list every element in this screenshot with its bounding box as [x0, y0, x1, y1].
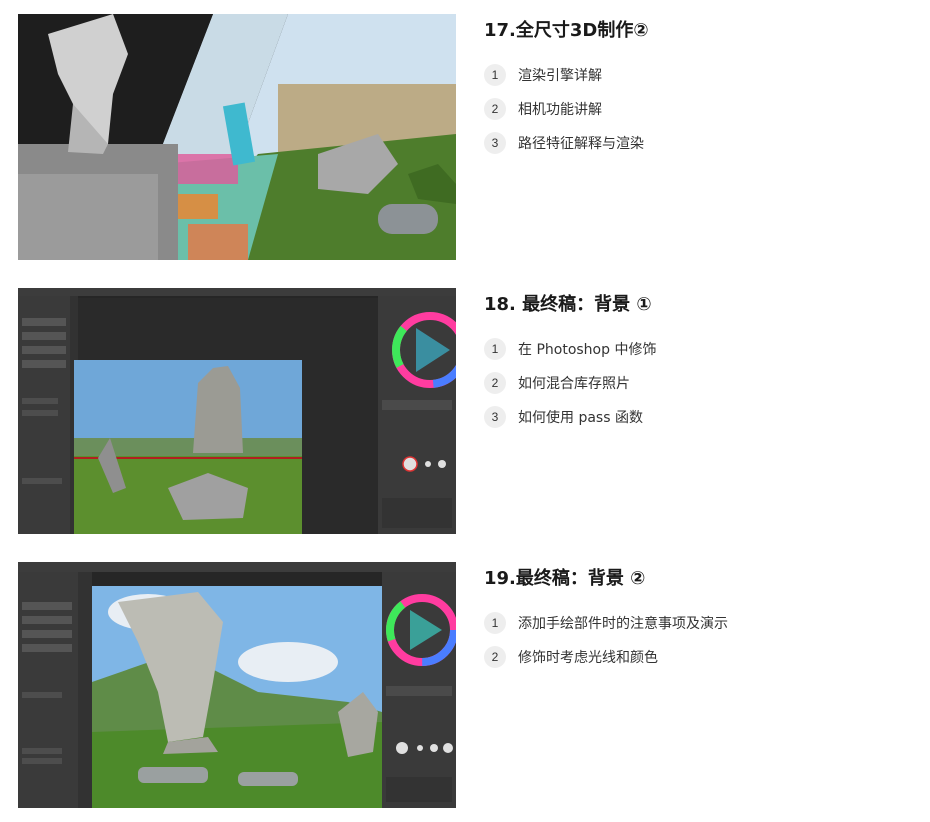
- lesson-title: 如何使用 pass 函数: [518, 410, 643, 426]
- lesson-list: 1 添加手绘部件时的注意事项及演示 2 修饰时考虑光线和颜色: [484, 606, 914, 674]
- lesson-number-badge: 2: [484, 372, 506, 394]
- section-title: 18. 最终稿：背景 ①: [484, 294, 652, 315]
- section-18: 18. 最终稿：背景 ① 1 在 Photoshop 中修饰 2 如何混合库存照…: [0, 288, 930, 534]
- lesson-item[interactable]: 3 路径特征解释与渲染: [484, 126, 914, 160]
- photoshop-screenshot-image-2: [18, 562, 456, 808]
- lesson-title: 在 Photoshop 中修饰: [518, 342, 657, 358]
- lesson-number-badge: 3: [484, 406, 506, 428]
- section-18-info: 18. 最终稿：背景 ① 1 在 Photoshop 中修饰 2 如何混合库存照…: [484, 288, 914, 434]
- lesson-item[interactable]: 1 渲染引擎详解: [484, 58, 914, 92]
- photoshop-screenshot-image: [18, 288, 456, 534]
- lesson-title: 渲染引擎详解: [518, 68, 602, 84]
- lesson-item[interactable]: 3 如何使用 pass 函数: [484, 400, 914, 434]
- lesson-title: 修饰时考虑光线和颜色: [518, 650, 658, 666]
- lesson-item[interactable]: 1 在 Photoshop 中修饰: [484, 332, 914, 366]
- course-outline: 17.全尺寸3D制作② 1 渲染引擎详解 2 相机功能讲解 3 路径特征解释与渲…: [0, 0, 930, 822]
- lesson-number-badge: 1: [484, 64, 506, 86]
- lesson-number-badge: 3: [484, 132, 506, 154]
- lesson-item[interactable]: 1 添加手绘部件时的注意事项及演示: [484, 606, 914, 640]
- lesson-number-badge: 1: [484, 612, 506, 634]
- photoshop-thumbnail-2[interactable]: [18, 562, 456, 808]
- lesson-title: 相机功能讲解: [518, 102, 602, 118]
- photoshop-thumbnail-1[interactable]: [18, 288, 456, 534]
- section-title: 17.全尺寸3D制作②: [484, 20, 649, 41]
- lesson-item[interactable]: 2 修饰时考虑光线和颜色: [484, 640, 914, 674]
- lesson-list: 1 渲染引擎详解 2 相机功能讲解 3 路径特征解释与渲染: [484, 58, 914, 160]
- section-17-info: 17.全尺寸3D制作② 1 渲染引擎详解 2 相机功能讲解 3 路径特征解释与渲…: [484, 14, 914, 160]
- lesson-number-badge: 2: [484, 98, 506, 120]
- lesson-item[interactable]: 2 相机功能讲解: [484, 92, 914, 126]
- render-pass-image: [18, 14, 456, 260]
- section-17: 17.全尺寸3D制作② 1 渲染引擎详解 2 相机功能讲解 3 路径特征解释与渲…: [0, 14, 930, 260]
- lesson-number-badge: 2: [484, 646, 506, 668]
- section-19: 19.最终稿：背景 ② 1 添加手绘部件时的注意事项及演示 2 修饰时考虑光线和…: [0, 562, 930, 808]
- section-title: 19.最终稿：背景 ②: [484, 568, 646, 589]
- lesson-number-badge: 1: [484, 338, 506, 360]
- lesson-title: 路径特征解释与渲染: [518, 136, 644, 152]
- lesson-title: 如何混合库存照片: [518, 376, 630, 392]
- lesson-list: 1 在 Photoshop 中修饰 2 如何混合库存照片 3 如何使用 pass…: [484, 332, 914, 434]
- lesson-item[interactable]: 2 如何混合库存照片: [484, 366, 914, 400]
- render-pass-thumbnail[interactable]: [18, 14, 456, 260]
- lesson-title: 添加手绘部件时的注意事项及演示: [518, 616, 728, 632]
- section-19-info: 19.最终稿：背景 ② 1 添加手绘部件时的注意事项及演示 2 修饰时考虑光线和…: [484, 562, 914, 674]
